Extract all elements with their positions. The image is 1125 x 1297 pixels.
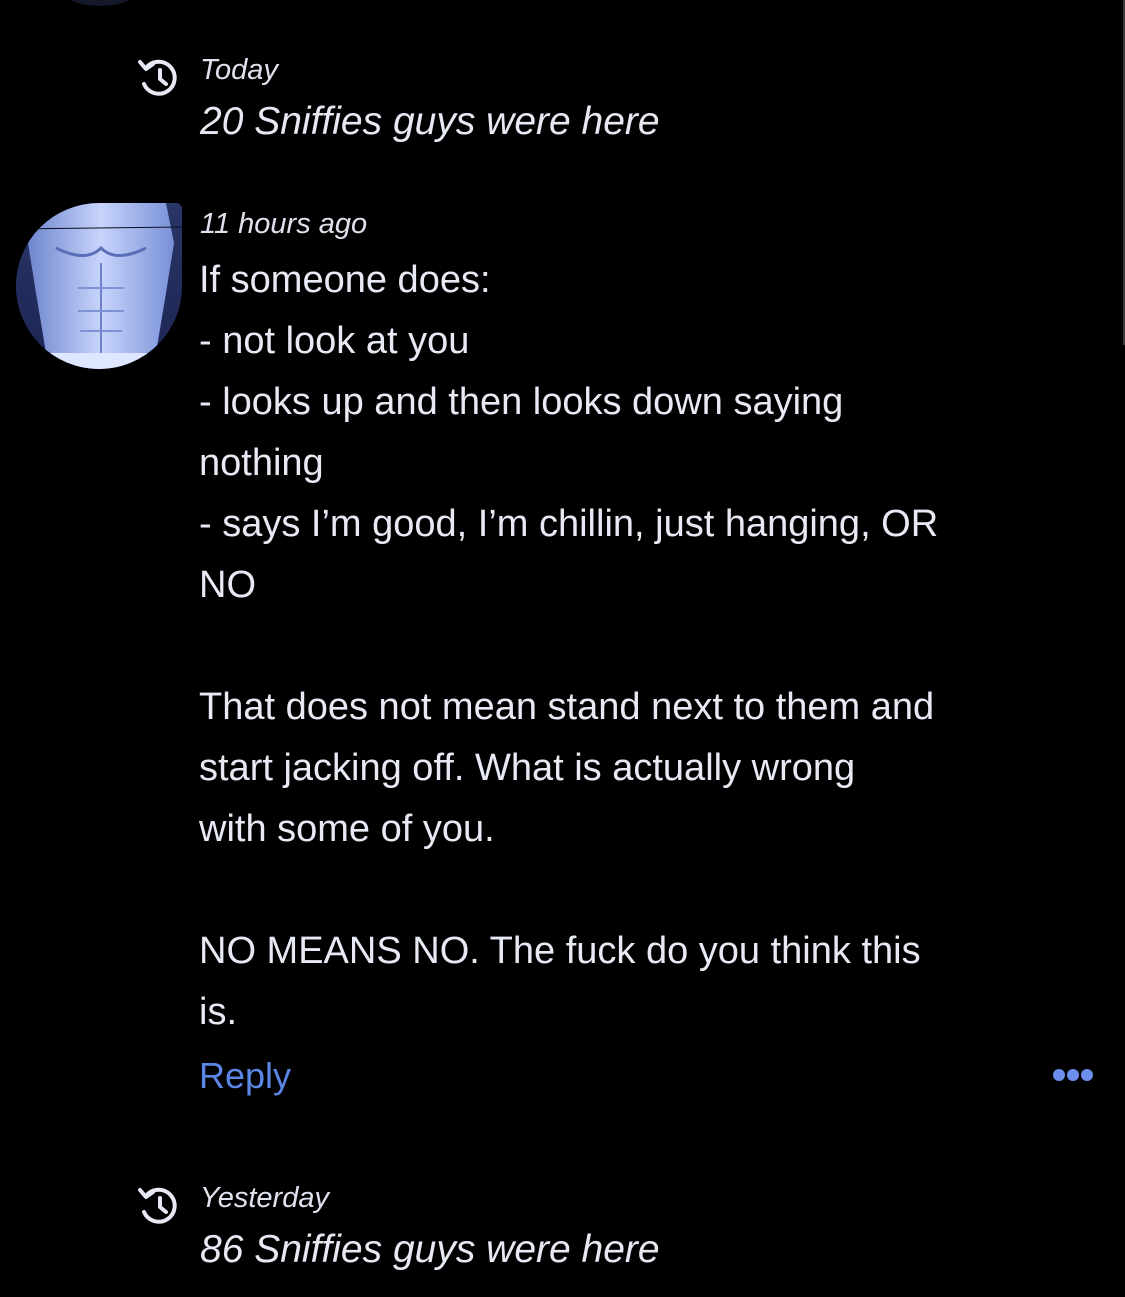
more-options-icon[interactable] bbox=[1052, 1064, 1094, 1086]
comment-line: If someone does: bbox=[199, 259, 491, 301]
avatar[interactable] bbox=[16, 203, 182, 369]
history-icon bbox=[138, 1187, 177, 1224]
comment-line: is. bbox=[199, 991, 237, 1033]
comment-line: NO bbox=[199, 564, 256, 606]
history-icon bbox=[138, 59, 177, 96]
comment-line: start jacking off. What is actually wron… bbox=[199, 747, 856, 789]
comment-timestamp: 11 hours ago bbox=[200, 208, 368, 240]
comment-blank-line bbox=[199, 860, 999, 921]
comment-line: - says I’m good, I’m chillin, just hangi… bbox=[199, 503, 939, 545]
checkin-date: Yesterday bbox=[200, 1182, 329, 1214]
checkin-count: 20 Sniffies guys were here bbox=[200, 100, 660, 143]
checkin-count: 86 Sniffies guys were here bbox=[200, 1228, 660, 1271]
comment-text: If someone does: - not look at you - looks… bbox=[199, 250, 999, 1043]
comment-line: nothing bbox=[199, 442, 324, 484]
comment-line: NO MEANS NO. The fuck do you think this bbox=[199, 930, 921, 972]
previous-avatar-edge bbox=[60, 0, 140, 6]
comment-line: - not look at you bbox=[199, 320, 470, 362]
comment-line: That does not mean stand next to them an… bbox=[199, 686, 935, 728]
reply-link[interactable]: Reply bbox=[199, 1055, 291, 1097]
comment-line: - looks up and then looks down saying bbox=[199, 381, 844, 423]
comment-line: with some of you. bbox=[199, 808, 495, 850]
comment-blank-line bbox=[199, 616, 999, 677]
checkin-date: Today bbox=[200, 54, 278, 86]
